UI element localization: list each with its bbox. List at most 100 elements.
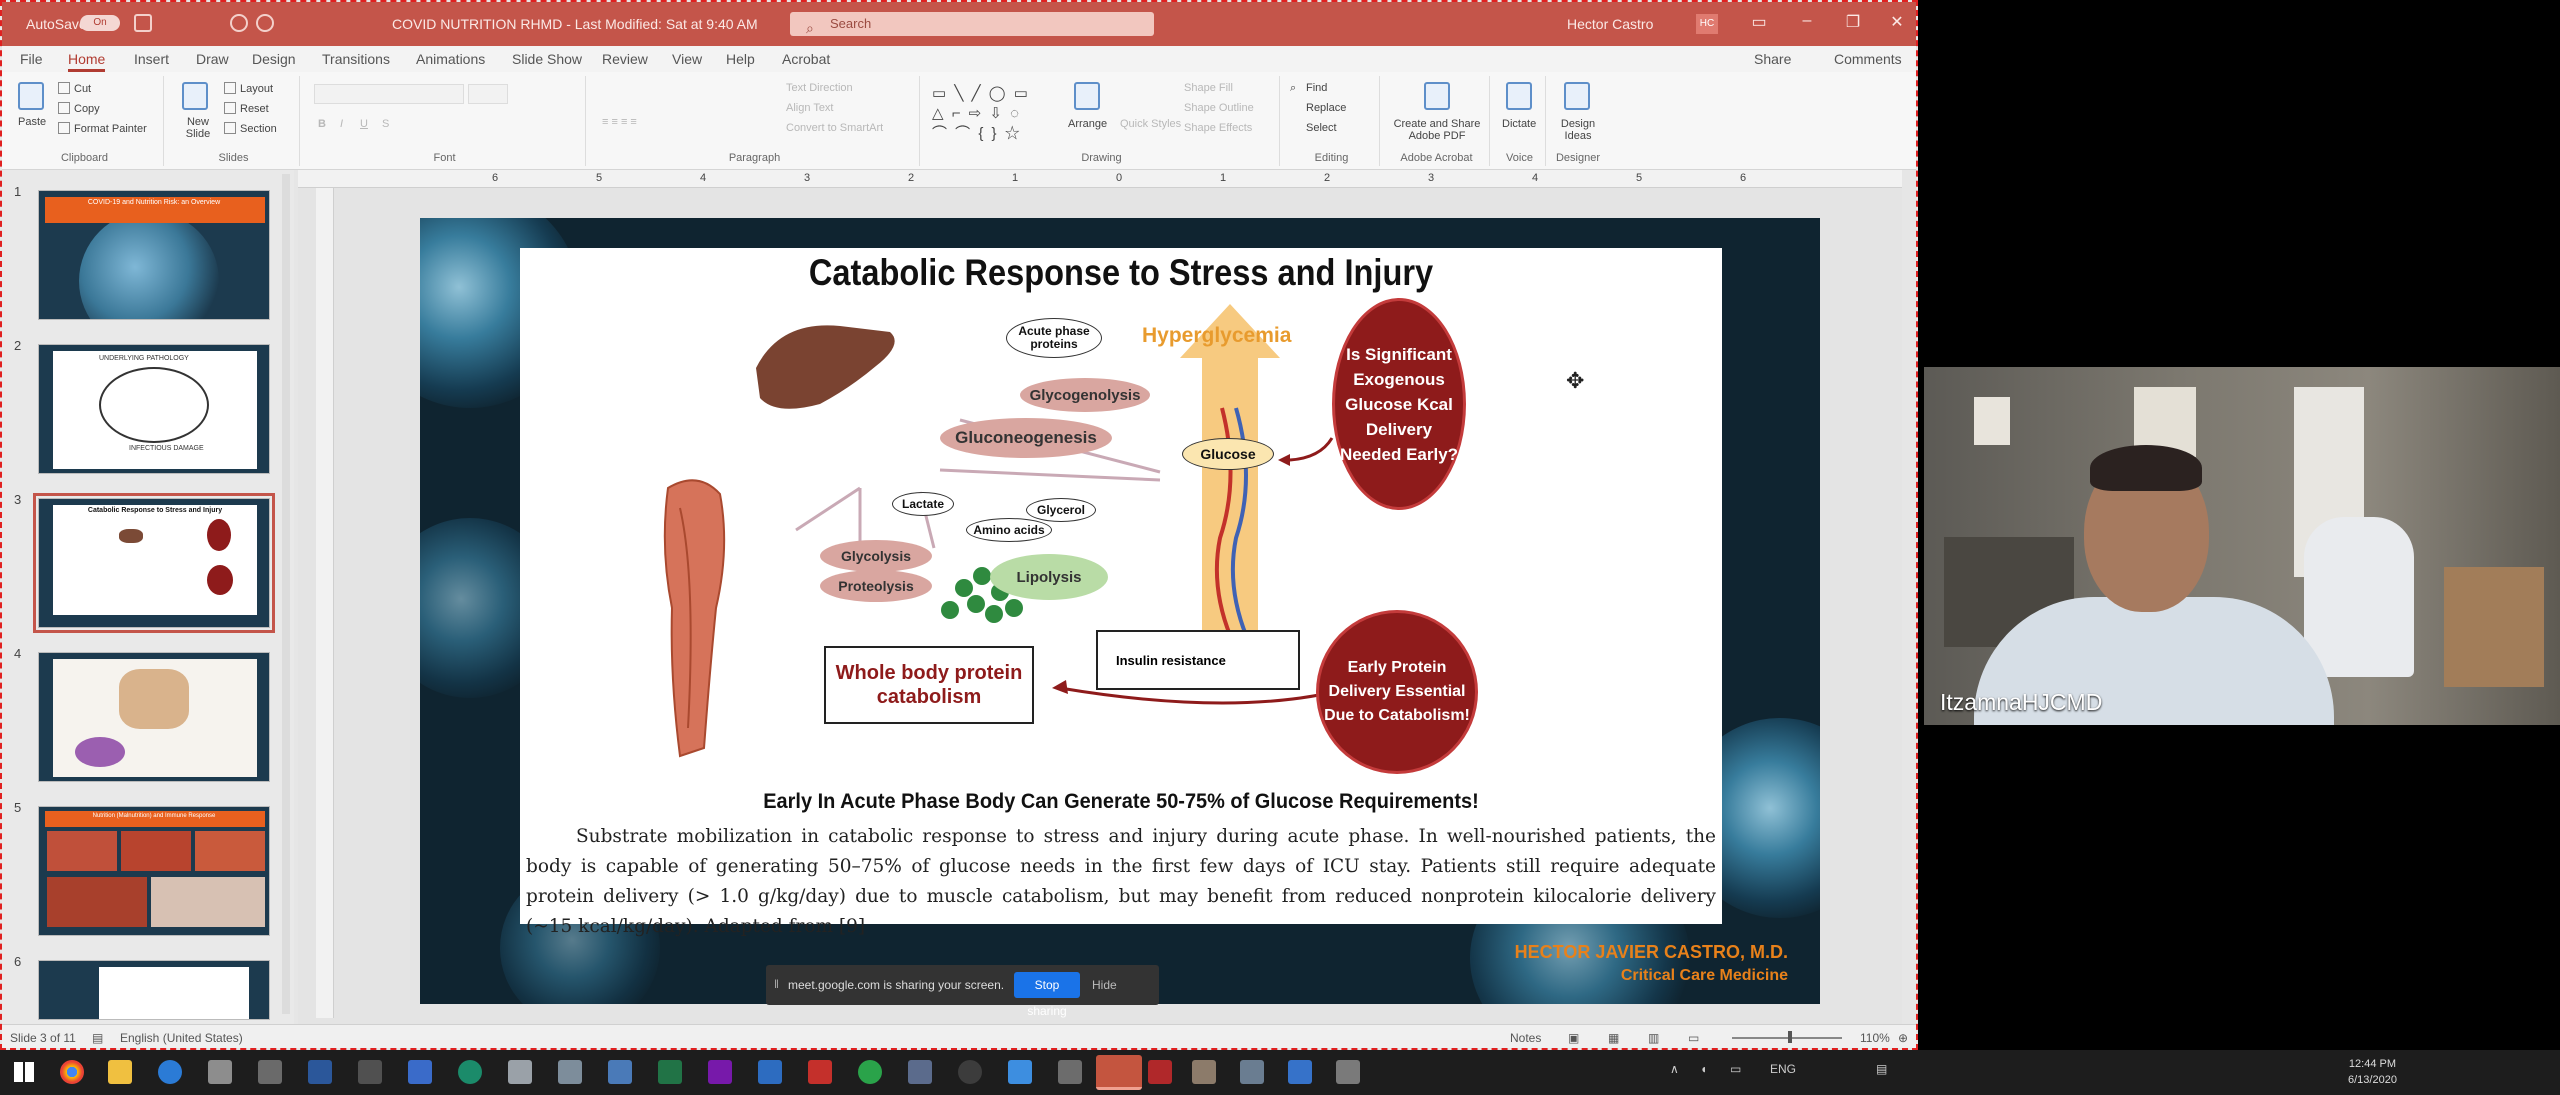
reset-button[interactable]: Reset	[224, 102, 269, 115]
convert-smartart-button[interactable]: Convert to SmartArt	[786, 122, 883, 134]
bold-button[interactable]: B	[318, 118, 326, 130]
app-icon[interactable]	[1058, 1060, 1082, 1084]
network-icon[interactable]: ▭	[1730, 1062, 1741, 1076]
design-ideas-button[interactable]: Design Ideas	[1556, 118, 1600, 142]
app-icon[interactable]	[1240, 1060, 1264, 1084]
fit-slide-icon[interactable]: ⊕	[1898, 1031, 1908, 1045]
chrome-icon[interactable]	[60, 1060, 84, 1084]
app-icon[interactable]	[408, 1060, 432, 1084]
layout-button[interactable]: Layout	[224, 82, 273, 95]
tray-chevron-icon[interactable]: ∧	[1670, 1062, 1679, 1076]
create-share-pdf-button[interactable]: Create and Share Adobe PDF	[1388, 118, 1486, 142]
tab-review[interactable]: Review	[602, 51, 648, 67]
paste-button[interactable]: Paste	[18, 116, 46, 128]
slide-thumbnail-3[interactable]: Catabolic Response to Stress and Injury	[33, 493, 275, 633]
tab-transitions[interactable]: Transitions	[322, 51, 390, 67]
system-clock[interactable]: 12:44 PM 6/13/2020	[2348, 1056, 2397, 1088]
excel-icon[interactable]	[658, 1060, 682, 1084]
tab-view[interactable]: View	[672, 51, 702, 67]
language-status[interactable]: English (United States)	[120, 1031, 243, 1045]
save-icon[interactable]	[134, 14, 152, 32]
slide-thumbnail-6[interactable]	[38, 960, 270, 1020]
app-icon[interactable]	[508, 1060, 532, 1084]
windows-start-icon[interactable]	[14, 1062, 34, 1082]
share-button[interactable]: Share	[1754, 51, 1791, 67]
app-icon[interactable]	[958, 1060, 982, 1084]
tab-home[interactable]: Home	[68, 51, 106, 72]
dictate-button[interactable]: Dictate	[1502, 118, 1536, 130]
app-icon[interactable]	[558, 1060, 582, 1084]
stop-sharing-button[interactable]: Stop sharing	[1014, 972, 1080, 1018]
align-text-button[interactable]: Align Text	[786, 102, 834, 114]
word-icon[interactable]	[308, 1060, 332, 1084]
tab-file[interactable]: File	[20, 51, 43, 67]
app-icon[interactable]	[1288, 1060, 1312, 1084]
zoom-slider-thumb[interactable]	[1788, 1031, 1792, 1043]
file-explorer-icon[interactable]	[108, 1060, 132, 1084]
tab-insert[interactable]: Insert	[134, 51, 169, 67]
copy-button[interactable]: Copy	[58, 102, 100, 115]
avatar[interactable]: HC	[1696, 14, 1718, 34]
arrange-button[interactable]: Arrange	[1068, 118, 1107, 130]
shape-fill-button[interactable]: Shape Fill	[1184, 82, 1233, 94]
app-icon[interactable]	[458, 1060, 482, 1084]
search-input[interactable]: ⌕ Search	[790, 12, 1154, 36]
strikethrough-button[interactable]: S	[382, 118, 389, 130]
ribbon-display-icon[interactable]: ▭	[1744, 12, 1774, 32]
shape-outline-button[interactable]: Shape Outline	[1184, 102, 1254, 114]
volume-icon[interactable]: ◖	[1700, 1062, 1707, 1076]
app-icon[interactable]	[608, 1060, 632, 1084]
notifications-icon[interactable]: ▤	[1876, 1062, 1887, 1076]
italic-button[interactable]: I	[340, 118, 343, 130]
slide-thumbnail-4[interactable]	[38, 652, 270, 782]
participant-video[interactable]: ItzamnaHJCMD	[1924, 367, 2560, 725]
shape-effects-button[interactable]: Shape Effects	[1184, 122, 1252, 134]
maximize-icon[interactable]: ❐	[1838, 12, 1868, 32]
app-icon[interactable]	[258, 1060, 282, 1084]
onenote-icon[interactable]	[708, 1060, 732, 1084]
tab-design[interactable]: Design	[252, 51, 296, 67]
select-button[interactable]: Select	[1306, 122, 1337, 134]
slide-sorter-icon[interactable]: ▦	[1608, 1031, 1619, 1045]
app-icon[interactable]	[1336, 1060, 1360, 1084]
quick-styles-button[interactable]: Quick Styles	[1120, 118, 1181, 130]
spellcheck-icon[interactable]: ▤	[92, 1031, 103, 1045]
slideshow-icon[interactable]: ▭	[1688, 1031, 1699, 1045]
app-icon[interactable]	[208, 1060, 232, 1084]
comments-button[interactable]: Comments	[1834, 51, 1902, 67]
close-icon[interactable]: ✕	[1882, 12, 1912, 32]
tab-slide-show[interactable]: Slide Show	[512, 51, 582, 67]
keyboard-language[interactable]: ENG	[1770, 1062, 1796, 1076]
new-slide-button[interactable]: New Slide	[176, 116, 220, 140]
replace-button[interactable]: Replace	[1306, 102, 1346, 114]
format-painter-button[interactable]: Format Painter	[58, 122, 147, 135]
underline-button[interactable]: U	[360, 118, 368, 130]
font-size-box[interactable]	[468, 84, 508, 104]
normal-view-icon[interactable]: ▣	[1568, 1031, 1579, 1045]
notes-button[interactable]: Notes	[1510, 1031, 1541, 1045]
thumbnail-scrollbar[interactable]	[282, 174, 290, 1014]
app-icon[interactable]	[1192, 1060, 1216, 1084]
slide-thumbnail-5[interactable]: Nutrition (Malnutrition) and Immune Resp…	[38, 806, 270, 936]
acrobat-icon[interactable]	[808, 1060, 832, 1084]
app-icon[interactable]	[858, 1060, 882, 1084]
find-button[interactable]: Find	[1306, 82, 1327, 94]
zoom-level[interactable]: 110%	[1860, 1031, 1890, 1045]
reading-view-icon[interactable]: ▥	[1648, 1031, 1659, 1045]
app-icon[interactable]	[1008, 1060, 1032, 1084]
autosave-toggle[interactable]: On	[80, 15, 120, 31]
redo-icon[interactable]	[256, 14, 274, 32]
tab-acrobat[interactable]: Acrobat	[782, 51, 830, 67]
minimize-icon[interactable]: –	[1792, 12, 1822, 30]
slide-thumbnail-2[interactable]: UNDERLYING PATHOLOGY INFECTIOUS DAMAGE	[38, 344, 270, 474]
cut-button[interactable]: Cut	[58, 82, 91, 95]
current-slide[interactable]: Catabolic Response to Stress and Injury	[420, 218, 1820, 1004]
undo-icon[interactable]	[230, 14, 248, 32]
app-icon[interactable]	[908, 1060, 932, 1084]
powerpoint-icon[interactable]	[1096, 1055, 1142, 1090]
tab-draw[interactable]: Draw	[196, 51, 229, 67]
section-button[interactable]: Section	[224, 122, 277, 135]
user-name[interactable]: Hector Castro	[1567, 16, 1653, 32]
align-left-icon[interactable]: ≡ ≡ ≡ ≡	[602, 116, 637, 128]
tab-help[interactable]: Help	[726, 51, 755, 67]
